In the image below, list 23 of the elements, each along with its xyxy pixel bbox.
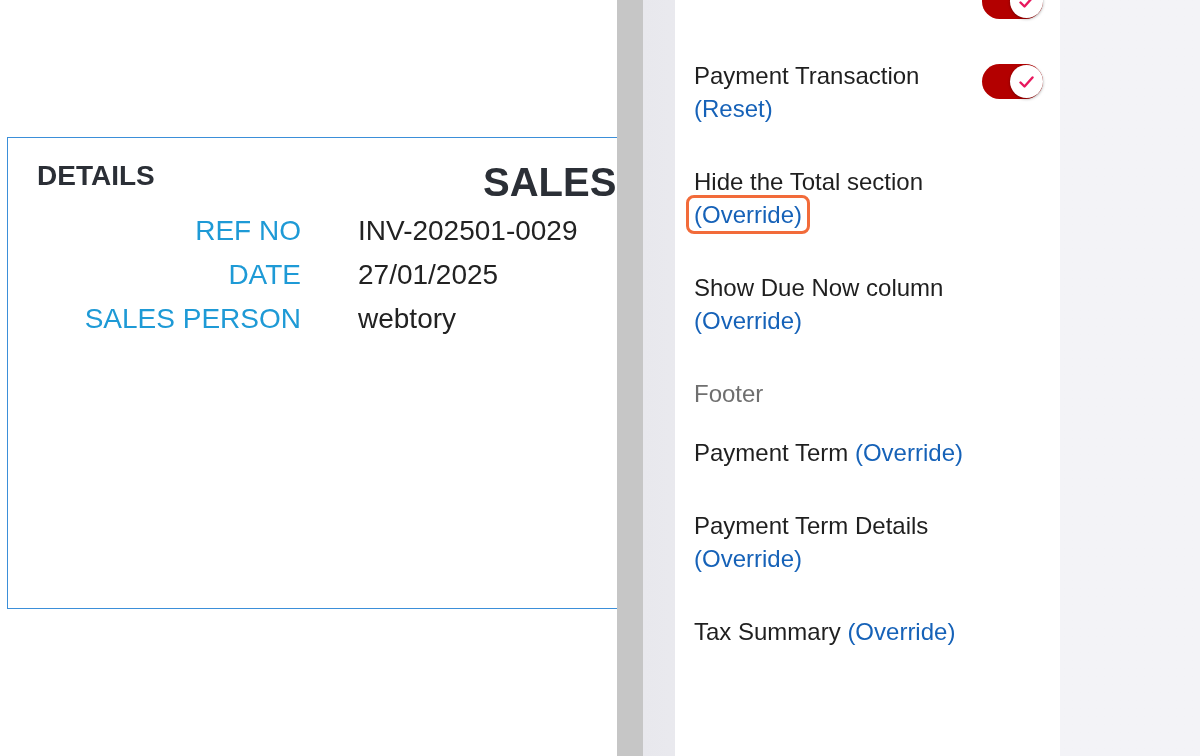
setting-label: Payment Term [694, 439, 849, 466]
setting-label: Hide the Total section [694, 168, 924, 195]
section-header: Footer [694, 379, 765, 409]
action-link[interactable]: (Override) [847, 618, 956, 645]
field-label: REF NO [194, 214, 301, 248]
field-value: webtory [358, 302, 458, 336]
toggle-switch[interactable] [982, 64, 1043, 99]
field-value: INV-202501-0029 [358, 214, 579, 248]
section-heading: DETAILS [37, 160, 155, 191]
field-label: SALES PERSON [83, 302, 301, 336]
document-title: SALES [483, 159, 617, 206]
setting-label: Payment Term Details [694, 512, 929, 539]
check-icon [1019, 75, 1034, 88]
field-value: 27/01/2025 [358, 258, 500, 292]
action-link[interactable]: (Reset) [694, 95, 773, 122]
action-link[interactable]: (Override) [694, 307, 802, 334]
setting-label: Show Due Now column [694, 274, 944, 301]
setting-label: Payment Transaction [694, 62, 920, 89]
setting-label: Tax Summary [694, 618, 841, 645]
action-link[interactable]: (Override) [694, 545, 802, 572]
action-link[interactable]: (Override) [686, 195, 810, 234]
action-link[interactable]: (Override) [854, 439, 963, 466]
field-label: DATE [227, 258, 301, 292]
